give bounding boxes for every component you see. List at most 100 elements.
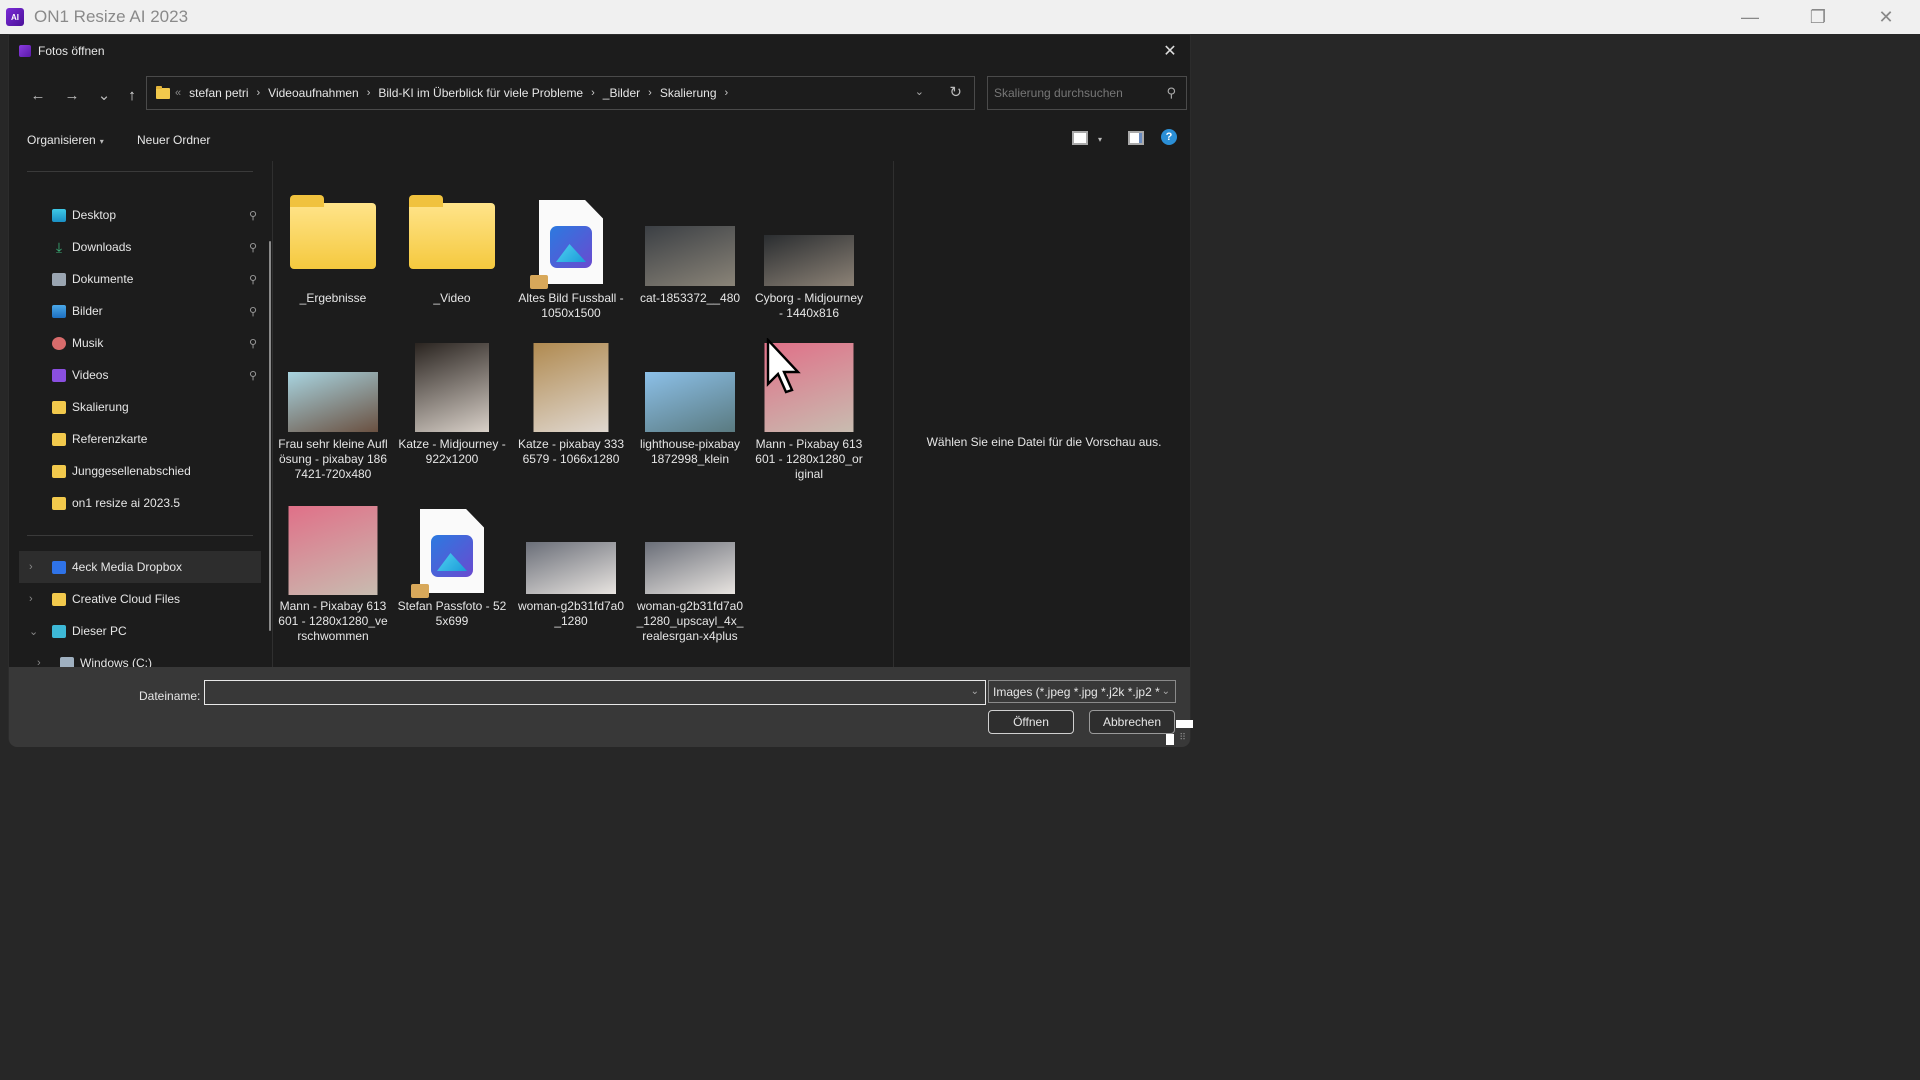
sidebar-item-referenzkarte[interactable]: Referenzkarte [19, 423, 261, 455]
folder-icon [52, 464, 66, 478]
folder-icon [409, 195, 495, 269]
sidebar-item-pictures[interactable]: Bilder ⚲ [19, 295, 261, 327]
close-window-button[interactable]: ✕ [1852, 0, 1920, 34]
new-folder-button[interactable]: Neuer Ordner [137, 133, 210, 147]
file-name: Altes Bild Fussball - 1050x1500 [518, 291, 624, 320]
cancel-button[interactable]: Abbrechen [1089, 710, 1175, 734]
help-icon[interactable]: ? [1161, 129, 1177, 145]
navigation-pane: Desktop ⚲ ⤓ Downloads ⚲ Dokumente ⚲ Bild… [19, 161, 271, 670]
image-file-icon [420, 509, 484, 593]
open-button[interactable]: Öffnen [988, 710, 1074, 734]
image-thumbnail [764, 235, 854, 286]
app-title: ON1 Resize AI 2023 [34, 7, 189, 26]
search-icon[interactable]: ⚲ [1166, 85, 1176, 101]
breadcrumb-item[interactable]: _Bilder [603, 86, 640, 100]
address-dropdown-icon[interactable]: ⌄ [915, 85, 924, 98]
resize-grip-icon[interactable]: ⠿ [1179, 732, 1186, 743]
file-name: Mann - Pixabay 613601 - 1280x1280_origin… [755, 437, 863, 481]
change-view-icon[interactable] [1072, 131, 1088, 145]
pin-icon[interactable]: ⚲ [249, 369, 257, 382]
sidebar-item-on1-resize-ai[interactable]: on1 resize ai 2023.5 [19, 487, 261, 519]
file-name: cat-1853372__480 [639, 291, 741, 305]
file-name: _Ergebnisse [299, 291, 367, 305]
archive-badge-icon [530, 275, 548, 289]
videos-icon [52, 368, 66, 382]
arrow-left-icon: ← [30, 86, 46, 104]
sidebar-item-dropbox[interactable]: › 4eck Media Dropbox [19, 551, 261, 583]
image-thumbnail [533, 343, 609, 432]
image-thumbnail [645, 372, 735, 432]
sidebar-item-label: Skalierung [72, 400, 129, 414]
minimize-button[interactable]: — [1716, 0, 1784, 34]
breadcrumb-separator[interactable]: › [257, 87, 261, 99]
sidebar-item-label: Downloads [72, 240, 132, 254]
sidebar-divider [27, 171, 253, 172]
sidebar-item-label: Desktop [72, 208, 117, 222]
address-bar[interactable]: « stefan petri › Videoaufnahmen › Bild-K… [146, 76, 975, 110]
breadcrumb-separator[interactable]: › [367, 87, 371, 99]
recent-locations-button[interactable]: ⌄ [93, 84, 115, 106]
sidebar-item-videos[interactable]: Videos ⚲ [19, 359, 261, 391]
file-name: _Video [433, 291, 471, 305]
sidebar-item-label: Dieser PC [72, 624, 127, 638]
breadcrumb-item[interactable]: stefan petri [189, 86, 248, 100]
breadcrumb-item[interactable]: Bild-KI im Überblick für viele Probleme [378, 86, 583, 100]
sidebar-item-label: Videos [72, 368, 109, 382]
dialog-title: Fotos öffnen [38, 44, 105, 58]
pin-icon[interactable]: ⚲ [249, 241, 257, 254]
sidebar-item-desktop[interactable]: Desktop ⚲ [19, 199, 261, 231]
file-type-filter-select[interactable]: Images (*.jpeg *.jpg *.j2k *.jp2 * ⌄ [988, 680, 1176, 703]
chevron-down-icon[interactable]: ⌄ [971, 686, 979, 697]
breadcrumb-item[interactable]: Skalierung [660, 86, 717, 100]
file-name: woman-g2b31fd7a0_1280_upscayl_4x_realesr… [636, 599, 744, 643]
breadcrumb-separator[interactable]: › [725, 87, 729, 99]
file-name: lighthouse-pixabay 1872998_klein [639, 437, 741, 466]
arrow-up-icon: ↑ [128, 86, 136, 104]
sidebar-item-label: Bilder [72, 304, 103, 318]
breadcrumb-separator[interactable]: › [648, 87, 652, 99]
sidebar-item-label: Dokumente [72, 272, 134, 286]
file-name: Cyborg - Midjourney - 1440x816 [754, 291, 864, 320]
filename-input[interactable] [205, 681, 985, 704]
back-button[interactable]: ← [27, 84, 49, 106]
pin-icon[interactable]: ⚲ [249, 305, 257, 318]
preview-divider[interactable] [893, 161, 894, 667]
organize-menu-button[interactable]: Organisieren ▾ [27, 133, 104, 147]
sidebar-item-this-pc[interactable]: ⌄ Dieser PC [19, 615, 261, 647]
photos-app-icon [431, 535, 473, 577]
chevron-right-icon[interactable]: › [29, 593, 33, 605]
search-input[interactable] [988, 86, 1153, 100]
sidebar-scrollbar[interactable] [269, 241, 271, 631]
dialog-logo-icon [19, 45, 31, 57]
photos-app-icon [550, 226, 592, 268]
sidebar-item-junggesellenabschied[interactable]: Junggesellenabschied [19, 455, 261, 487]
sidebar-item-skalierung[interactable]: Skalierung [19, 391, 261, 423]
sidebar-item-music[interactable]: Musik ⚲ [19, 327, 261, 359]
pin-icon[interactable]: ⚲ [249, 209, 257, 222]
pin-icon[interactable]: ⚲ [249, 273, 257, 286]
refresh-icon[interactable]: ↻ [949, 83, 962, 101]
breadcrumb-separator[interactable]: › [591, 87, 595, 99]
archive-badge-icon [411, 584, 429, 598]
forward-button[interactable]: → [61, 84, 83, 106]
breadcrumb-item[interactable]: Videoaufnahmen [268, 86, 359, 100]
breadcrumb-overflow[interactable]: « [175, 87, 181, 99]
view-options-caret-icon[interactable]: ▾ [1098, 135, 1102, 144]
preview-pane-icon[interactable] [1128, 131, 1144, 145]
search-box: ⚲ [987, 76, 1187, 110]
sidebar-item-label: Referenzkarte [72, 432, 148, 446]
sidebar-item-label: on1 resize ai 2023.5 [72, 496, 181, 510]
sidebar-item-downloads[interactable]: ⤓ Downloads ⚲ [19, 231, 261, 263]
sidebar-item-documents[interactable]: Dokumente ⚲ [19, 263, 261, 295]
up-button[interactable]: ↑ [121, 84, 143, 106]
chevron-down-icon[interactable]: ⌄ [29, 625, 38, 638]
organize-label: Organisieren [27, 133, 96, 147]
sidebar-item-label: Junggesellenabschied [72, 464, 191, 478]
pin-icon[interactable]: ⚲ [249, 337, 257, 350]
maximize-button[interactable]: ❐ [1784, 0, 1852, 34]
file-name: woman-g2b31fd7a0_1280 [517, 599, 625, 628]
dialog-close-button[interactable]: ✕ [1156, 39, 1184, 63]
music-icon [52, 336, 66, 350]
sidebar-item-creative-cloud[interactable]: › Creative Cloud Files [19, 583, 261, 615]
chevron-right-icon[interactable]: › [29, 561, 33, 573]
